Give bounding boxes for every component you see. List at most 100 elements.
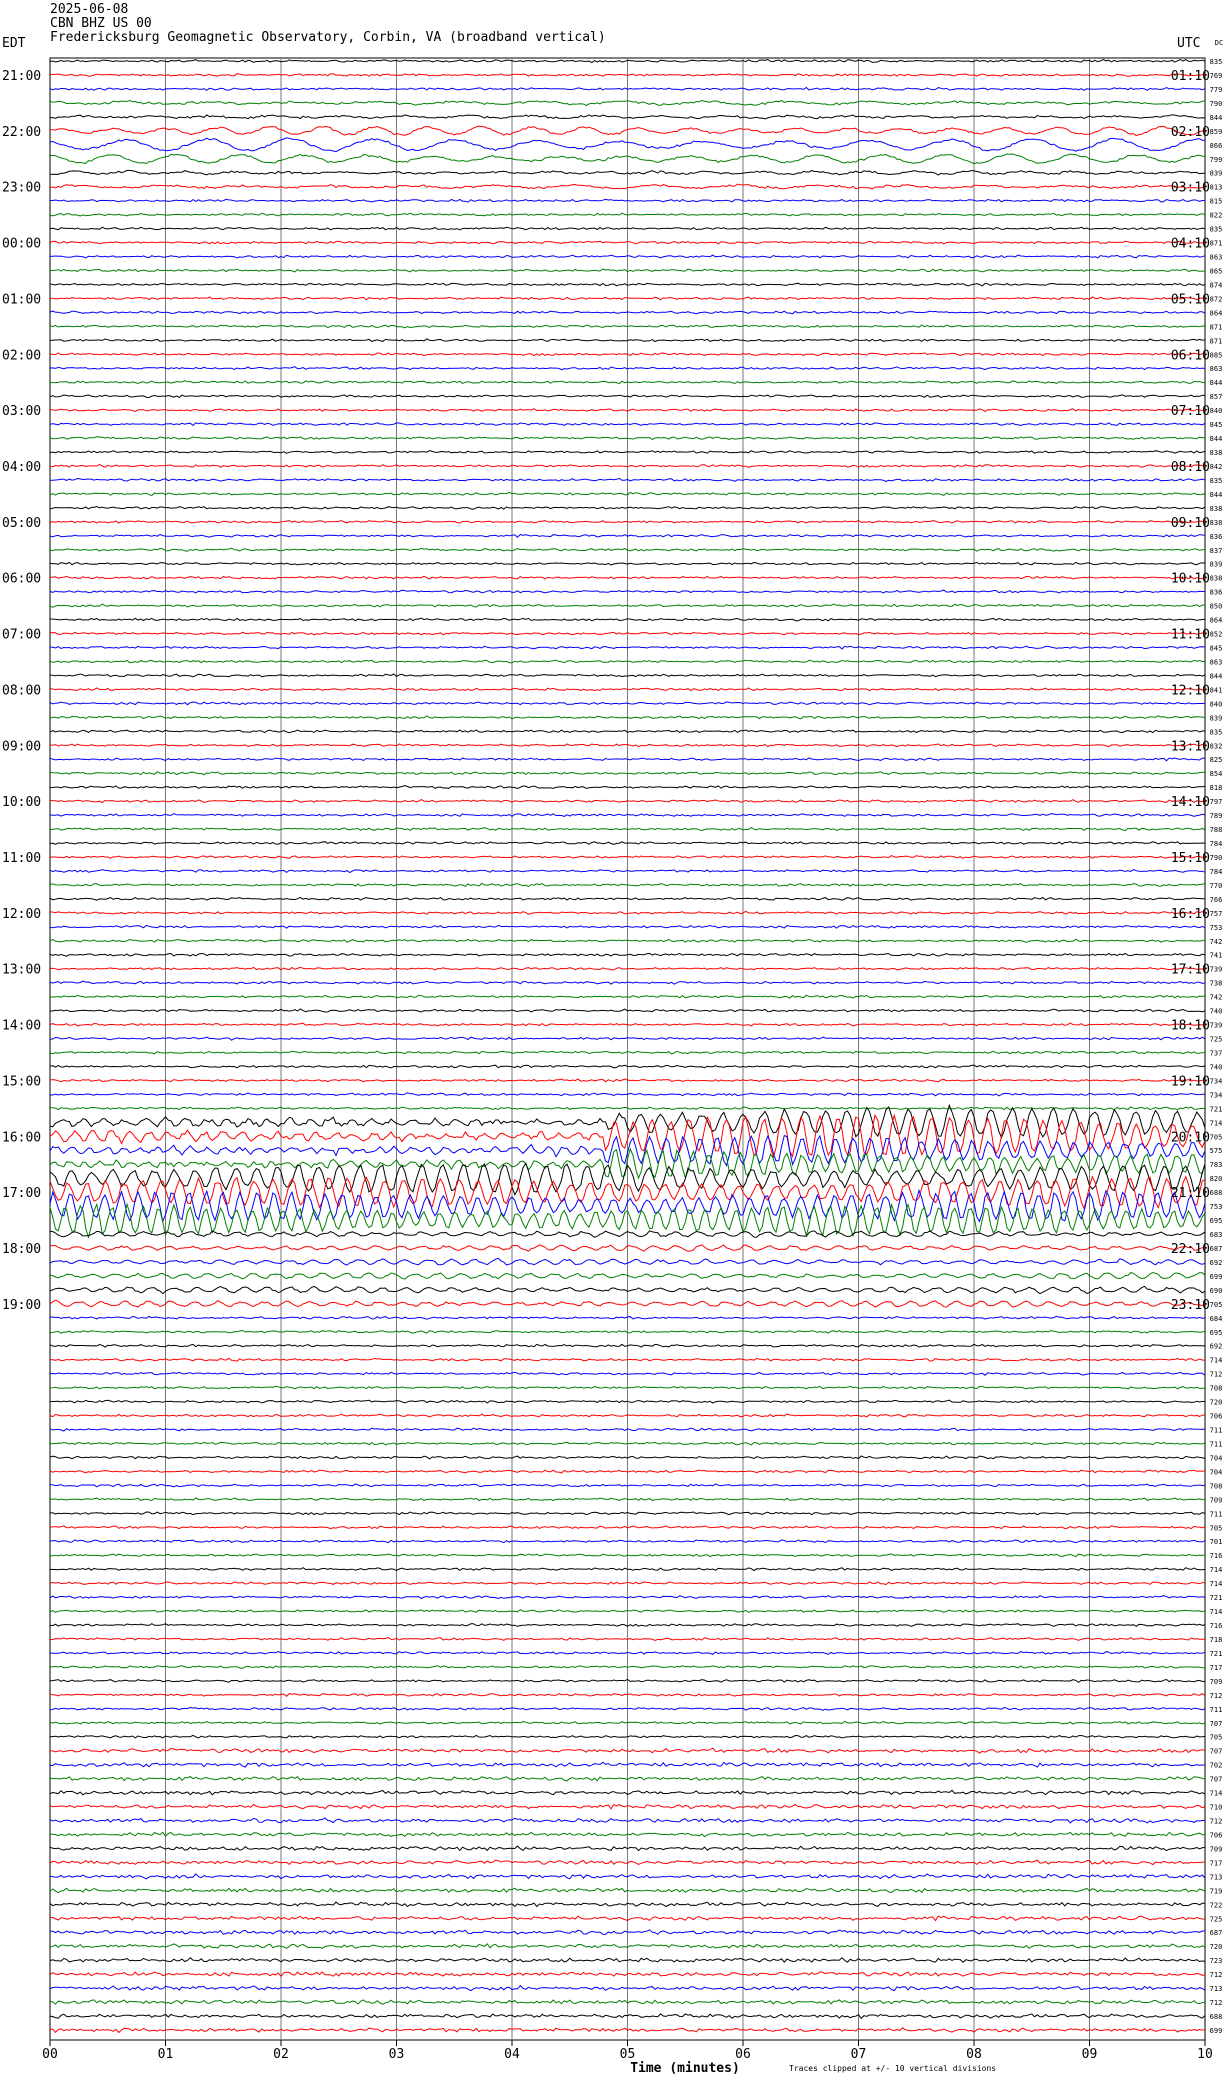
- right-time-label: 08:10: [1171, 460, 1210, 475]
- dc-offset-label: 844: [1210, 491, 1223, 499]
- right-time-label: 05:10: [1171, 292, 1210, 307]
- right-time-label: 02:10: [1171, 125, 1210, 140]
- dc-offset-label: 840: [1210, 407, 1223, 415]
- dc-offset-label: 719: [1210, 1887, 1223, 1895]
- dc-offset-label: 712: [1210, 1971, 1223, 1979]
- dc-offset-label: 844: [1210, 435, 1223, 443]
- x-tick-label: 07: [851, 2047, 867, 2062]
- dc-offset-label: 688: [1210, 2013, 1223, 2021]
- dc-offset-label: 707: [1210, 1720, 1223, 1728]
- right-time-label: 16:10: [1171, 907, 1210, 922]
- dc-offset-label: 704: [1210, 1468, 1223, 1476]
- dc-offset-label: 721: [1210, 1650, 1223, 1658]
- left-time-label: 08:00: [2, 683, 41, 698]
- right-time-label: 04:10: [1171, 237, 1210, 252]
- dc-offset-label: 712: [1210, 1371, 1223, 1379]
- dc-offset-label: 699: [1210, 2027, 1223, 2035]
- dc-offset-label: 738: [1210, 980, 1223, 988]
- dc-offset-label: 709: [1210, 1678, 1223, 1686]
- dc-offset-label: 788: [1210, 826, 1223, 834]
- right-time-label: 20:10: [1171, 1130, 1210, 1145]
- dc-offset-label: 740: [1210, 1063, 1223, 1071]
- x-tick-label: 00: [42, 2047, 58, 2062]
- dc-offset-label: 687: [1210, 1929, 1223, 1937]
- seismogram-plot: 835 769 779 790 844 859 866 799 839 813 815 822 835 8…: [2, 36, 1223, 2076]
- dc-offset-label: 854: [1210, 770, 1223, 778]
- dc-offset-label: 714: [1210, 1119, 1223, 1127]
- dc-offset-label: 836: [1210, 533, 1223, 541]
- dc-offset-label: 742: [1210, 994, 1223, 1002]
- right-time-label: 13:10: [1171, 739, 1210, 754]
- x-tick-label: 01: [158, 2047, 174, 2062]
- dc-offset-label: 838: [1210, 505, 1223, 513]
- dc-offset-label: 705: [1210, 1524, 1223, 1532]
- dc-offset-label: 844: [1210, 672, 1223, 680]
- dc-offset-label: 864: [1210, 309, 1223, 317]
- right-timezone-label: UTC: [1177, 36, 1200, 51]
- left-time-label: 23:00: [2, 181, 41, 196]
- dc-offset-label: 723: [1210, 1957, 1223, 1965]
- dc-offset-label: 857: [1210, 393, 1223, 401]
- left-time-label: 02:00: [2, 348, 41, 363]
- dc-offset-label: 815: [1210, 198, 1223, 206]
- dc-offset-label: 716: [1210, 1622, 1223, 1630]
- dc-offset-label: 874: [1210, 281, 1223, 289]
- dc-offset-label: 835: [1210, 58, 1223, 66]
- right-time-label: 03:10: [1171, 181, 1210, 196]
- dc-offset-label: 871: [1210, 337, 1223, 345]
- dc-offset-label: 734: [1210, 1077, 1223, 1085]
- dc-offset-label: 717: [1210, 1859, 1223, 1867]
- dc-offset-label: 737: [1210, 1049, 1223, 1057]
- left-time-label: 16:00: [2, 1130, 41, 1145]
- dc-offset-label: 706: [1210, 1413, 1223, 1421]
- dc-offset-label: 706: [1210, 1831, 1223, 1839]
- left-time-label: 14:00: [2, 1019, 41, 1034]
- dc-offset-label: 704: [1210, 1454, 1223, 1462]
- left-time-label: 06:00: [2, 572, 41, 587]
- x-tick-label: 02: [273, 2047, 289, 2062]
- dc-offset-label: 701: [1210, 1538, 1223, 1546]
- dc-offset-label: 783: [1210, 1161, 1223, 1169]
- left-time-label: 22:00: [2, 125, 41, 140]
- left-time-label: 03:00: [2, 404, 41, 419]
- x-tick-label: 08: [966, 2047, 982, 2062]
- dc-offset-label: 713: [1210, 1873, 1223, 1881]
- dc-offset-label: 713: [1210, 1985, 1223, 1993]
- dc-offset-label: 714: [1210, 1580, 1223, 1588]
- dc-offset-label: 714: [1210, 1566, 1223, 1574]
- dc-offset-label: 753: [1210, 1203, 1223, 1211]
- dc-offset-label: 717: [1210, 1664, 1223, 1672]
- dc-offset-label: 835: [1210, 728, 1223, 736]
- right-time-label: 23:10: [1171, 1298, 1210, 1313]
- dc-offset-label: 711: [1210, 1510, 1223, 1518]
- left-time-label: 04:00: [2, 460, 41, 475]
- right-time-label: 11:10: [1171, 628, 1210, 643]
- dc-offset-label: 865: [1210, 267, 1223, 275]
- dc-offset-label: 844: [1210, 379, 1223, 387]
- dc-offset-label: 575: [1210, 1147, 1223, 1155]
- dc-offset-label: 714: [1210, 1608, 1223, 1616]
- dc-offset-label: 742: [1210, 938, 1223, 946]
- left-time-label: 01:00: [2, 292, 41, 307]
- dc-offset-label: 863: [1210, 365, 1223, 373]
- dc-offset-label: 709: [1210, 1496, 1223, 1504]
- dc-offset-label: 739: [1210, 966, 1223, 974]
- dc-offset-label: 702: [1210, 1762, 1223, 1770]
- dc-offset-label: 712: [1210, 1818, 1223, 1826]
- dc-offset-label: 720: [1210, 1399, 1223, 1407]
- dc-offset-label: 695: [1210, 1329, 1223, 1337]
- left-time-label: 00:00: [2, 237, 41, 252]
- left-timezone-label: EDT: [2, 36, 26, 51]
- left-time-label: 17:00: [2, 1186, 41, 1201]
- dc-offset-label: 707: [1210, 1748, 1223, 1756]
- dc-offset-label: 741: [1210, 952, 1223, 960]
- right-time-label: 21:10: [1171, 1186, 1210, 1201]
- dc-offset-label: 838: [1210, 519, 1223, 527]
- dc-offset-label: 845: [1210, 645, 1223, 653]
- dc-offset-label: 753: [1210, 924, 1223, 932]
- dc-offset-label: 832: [1210, 742, 1223, 750]
- x-axis-label: Time (minutes): [630, 2061, 740, 2076]
- right-time-label: 18:10: [1171, 1019, 1210, 1034]
- clipping-note: Traces clipped at +/- 10 vertical divisi…: [789, 2064, 996, 2073]
- dc-offset-label: 825: [1210, 756, 1223, 764]
